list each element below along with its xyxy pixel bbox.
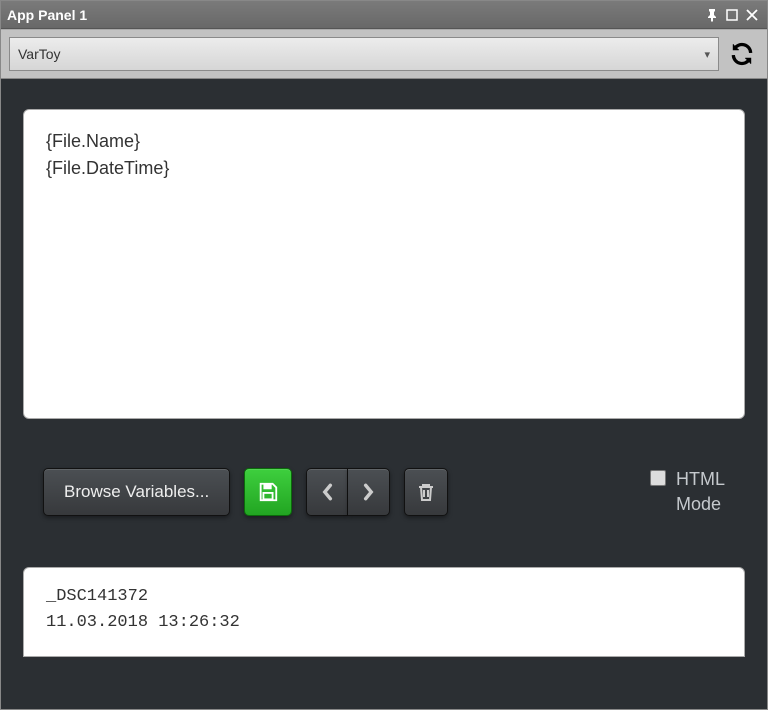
maximize-icon[interactable]	[723, 6, 741, 24]
pin-icon[interactable]	[703, 6, 721, 24]
dropdown-selected: VarToy	[18, 46, 61, 62]
chevron-right-icon	[362, 483, 376, 501]
window-titlebar: App Panel 1	[1, 1, 767, 29]
close-icon[interactable]	[743, 6, 761, 24]
checkbox-box	[650, 470, 666, 486]
chevron-left-icon	[320, 483, 334, 501]
save-button[interactable]	[244, 468, 292, 516]
nav-button-group	[306, 468, 390, 516]
html-mode-checkbox[interactable]: HTML Mode	[650, 467, 725, 517]
chevron-down-icon: ▾	[704, 48, 710, 61]
next-button[interactable]	[348, 468, 390, 516]
output-panel: _DSC141372 11.03.2018 13:26:32	[23, 567, 745, 657]
browse-variables-button[interactable]: Browse Variables...	[43, 468, 230, 516]
output-filename: _DSC141372	[46, 584, 722, 610]
template-editor[interactable]: {File.Name} {File.DateTime}	[23, 109, 745, 419]
trash-icon	[417, 482, 435, 502]
plugin-dropdown[interactable]: VarToy ▾	[9, 37, 719, 71]
output-datetime: 11.03.2018 13:26:32	[46, 610, 722, 636]
main-area: {File.Name} {File.DateTime} Browse Varia…	[1, 79, 767, 677]
save-icon	[257, 481, 279, 503]
window-title: App Panel 1	[7, 7, 701, 23]
browse-variables-label: Browse Variables...	[64, 482, 209, 502]
toolbar: Browse Variables...	[23, 467, 745, 517]
dropdown-bar: VarToy ▾	[1, 29, 767, 79]
refresh-icon	[729, 41, 755, 67]
refresh-button[interactable]	[725, 37, 759, 71]
delete-button[interactable]	[404, 468, 448, 516]
prev-button[interactable]	[306, 468, 348, 516]
html-mode-label: HTML Mode	[676, 467, 725, 517]
